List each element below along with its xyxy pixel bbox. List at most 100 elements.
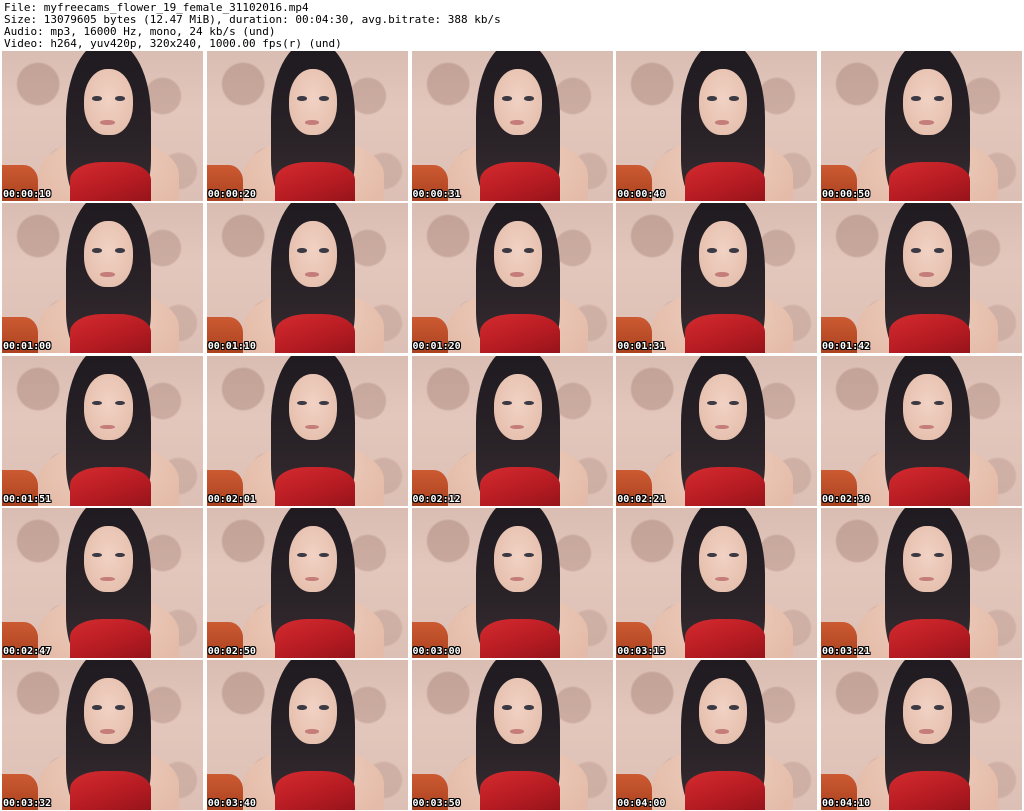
thumbnail-frame: 00:03:21 bbox=[821, 507, 1022, 658]
frame-timestamp: 00:02:47 bbox=[3, 645, 52, 657]
red-dress-shape bbox=[70, 466, 151, 506]
right-eye-shape bbox=[728, 96, 739, 101]
red-dress-shape bbox=[684, 466, 765, 506]
right-eye-shape bbox=[728, 705, 739, 710]
red-dress-shape bbox=[479, 162, 561, 201]
right-eye-shape bbox=[933, 248, 944, 253]
lips-shape bbox=[305, 120, 320, 125]
left-eye-shape bbox=[706, 705, 717, 710]
frame-timestamp: 00:00:20 bbox=[207, 189, 256, 200]
frame-timestamp: 00:01:20 bbox=[412, 341, 461, 353]
frame-timestamp: 00:03:15 bbox=[617, 645, 666, 657]
red-dress-shape bbox=[479, 314, 561, 354]
thumbnail-frame: 00:04:10 bbox=[821, 660, 1022, 810]
lips-shape bbox=[509, 272, 525, 277]
face-shape bbox=[698, 678, 747, 744]
red-dress-shape bbox=[889, 162, 970, 201]
right-eye-shape bbox=[728, 248, 739, 253]
face-shape bbox=[84, 221, 133, 288]
red-dress-shape bbox=[275, 466, 356, 506]
left-eye-shape bbox=[501, 96, 512, 101]
lips-shape bbox=[100, 424, 115, 429]
right-eye-shape bbox=[319, 96, 330, 101]
left-eye-shape bbox=[911, 248, 922, 253]
left-eye-shape bbox=[501, 400, 512, 405]
frame-timestamp: 00:02:12 bbox=[412, 493, 461, 505]
red-dress-shape bbox=[889, 771, 970, 810]
face-shape bbox=[289, 373, 338, 440]
red-dress-shape bbox=[684, 618, 765, 658]
thumbnail-frame: 00:03:50 bbox=[411, 660, 613, 810]
file-name-line: File: myfreecams_flower_19_female_311020… bbox=[4, 2, 309, 14]
left-eye-shape bbox=[501, 248, 512, 253]
thumbnail-frame: 00:03:40 bbox=[206, 660, 408, 810]
lips-shape bbox=[919, 120, 934, 125]
left-eye-shape bbox=[297, 400, 308, 405]
right-eye-shape bbox=[319, 400, 330, 405]
thumbnail-frame: 00:01:51 bbox=[2, 355, 203, 506]
thumbnail-frame: 00:00:40 bbox=[616, 51, 818, 201]
lips-shape bbox=[305, 272, 320, 277]
lips-shape bbox=[305, 424, 320, 429]
red-dress-shape bbox=[479, 466, 561, 506]
face-shape bbox=[698, 373, 747, 440]
file-info-header: File: myfreecams_flower_19_female_311020… bbox=[4, 2, 1020, 50]
thumbnail-frame: 00:02:21 bbox=[616, 355, 818, 506]
file-size-line: Size: 13079605 bytes (12.47 MiB), durati… bbox=[4, 14, 501, 26]
red-dress-shape bbox=[70, 162, 151, 201]
face-shape bbox=[289, 678, 338, 744]
right-eye-shape bbox=[728, 400, 739, 405]
red-dress-shape bbox=[889, 314, 970, 354]
face-shape bbox=[903, 525, 952, 592]
face-shape bbox=[289, 69, 338, 135]
right-eye-shape bbox=[114, 552, 125, 558]
right-eye-shape bbox=[933, 400, 944, 405]
right-eye-shape bbox=[524, 705, 535, 710]
left-eye-shape bbox=[911, 96, 922, 101]
face-shape bbox=[84, 678, 133, 744]
right-eye-shape bbox=[524, 248, 535, 253]
thumbnail-frame: 00:00:31 bbox=[411, 51, 613, 201]
red-dress-shape bbox=[684, 314, 765, 354]
lips-shape bbox=[100, 576, 115, 582]
left-eye-shape bbox=[92, 248, 103, 253]
frame-timestamp: 00:00:40 bbox=[617, 189, 666, 200]
face-shape bbox=[84, 373, 133, 440]
frame-timestamp: 00:03:00 bbox=[412, 645, 461, 657]
face-shape bbox=[493, 678, 543, 744]
right-eye-shape bbox=[933, 96, 944, 101]
frame-timestamp: 00:01:00 bbox=[3, 341, 52, 353]
red-dress-shape bbox=[275, 162, 356, 201]
thumbnail-frame: 00:02:50 bbox=[206, 507, 408, 658]
right-eye-shape bbox=[319, 248, 330, 253]
frame-timestamp: 00:01:31 bbox=[617, 341, 666, 353]
right-eye-shape bbox=[319, 705, 330, 710]
lips-shape bbox=[919, 576, 934, 582]
right-eye-shape bbox=[933, 705, 944, 710]
thumbnail-frame: 00:01:00 bbox=[2, 203, 203, 354]
right-eye-shape bbox=[114, 400, 125, 405]
frame-timestamp: 00:04:00 bbox=[617, 798, 666, 809]
thumbnail-frame: 00:02:12 bbox=[411, 355, 613, 506]
left-eye-shape bbox=[297, 248, 308, 253]
frame-timestamp: 00:03:40 bbox=[207, 798, 256, 809]
lips-shape bbox=[509, 729, 525, 734]
thumbnail-frame: 00:00:20 bbox=[206, 51, 408, 201]
left-eye-shape bbox=[297, 96, 308, 101]
face-shape bbox=[289, 221, 338, 288]
right-eye-shape bbox=[114, 705, 125, 710]
red-dress-shape bbox=[889, 618, 970, 658]
thumbnail-frame: 00:01:20 bbox=[411, 203, 613, 354]
red-dress-shape bbox=[275, 314, 356, 354]
red-dress-shape bbox=[684, 771, 765, 810]
lips-shape bbox=[100, 120, 115, 125]
left-eye-shape bbox=[92, 96, 103, 101]
face-shape bbox=[493, 221, 543, 288]
face-shape bbox=[903, 373, 952, 440]
right-eye-shape bbox=[933, 552, 944, 558]
right-eye-shape bbox=[524, 96, 535, 101]
thumbnail-frame: 00:02:01 bbox=[206, 355, 408, 506]
red-dress-shape bbox=[275, 618, 356, 658]
frame-timestamp: 00:02:01 bbox=[207, 493, 256, 505]
lips-shape bbox=[714, 120, 729, 125]
